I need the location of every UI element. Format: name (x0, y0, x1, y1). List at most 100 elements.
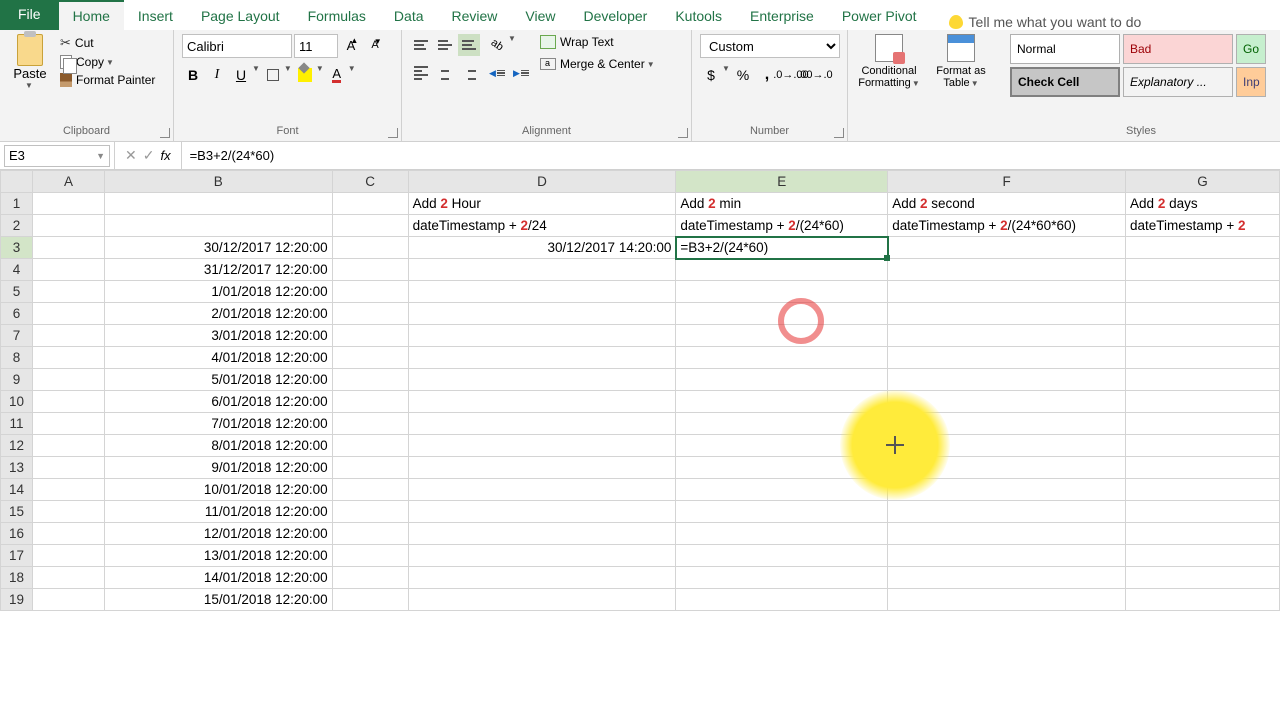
align-right-button[interactable] (458, 62, 480, 84)
cell[interactable] (32, 435, 104, 457)
cell[interactable]: 7/01/2018 12:20:00 (104, 413, 332, 435)
tab-view[interactable]: View (511, 2, 569, 30)
cell[interactable]: 13/01/2018 12:20:00 (104, 545, 332, 567)
cell[interactable] (676, 303, 888, 325)
cell[interactable] (32, 237, 104, 259)
cell[interactable] (332, 237, 408, 259)
cell[interactable]: 5/01/2018 12:20:00 (104, 369, 332, 391)
decrease-font-button[interactable]: A▼ (364, 34, 386, 56)
tab-developer[interactable]: Developer (570, 2, 662, 30)
col-header[interactable]: A (32, 171, 104, 193)
cell[interactable] (332, 567, 408, 589)
style-bad[interactable]: Bad (1123, 34, 1233, 64)
cell[interactable] (408, 369, 676, 391)
cell[interactable] (332, 325, 408, 347)
row-header[interactable]: 4 (1, 259, 33, 281)
cell[interactable] (676, 259, 888, 281)
chevron-down-icon[interactable]: ▼ (284, 64, 292, 86)
cell[interactable] (408, 413, 676, 435)
cell[interactable] (408, 545, 676, 567)
align-left-button[interactable] (410, 62, 432, 84)
cell[interactable] (676, 281, 888, 303)
cell[interactable] (104, 193, 332, 215)
tell-me-search[interactable]: Tell me what you want to do (949, 14, 1142, 30)
cell[interactable] (1126, 479, 1280, 501)
tab-review[interactable]: Review (438, 2, 512, 30)
cell[interactable] (676, 479, 888, 501)
col-header[interactable]: F (888, 171, 1126, 193)
cell[interactable]: 9/01/2018 12:20:00 (104, 457, 332, 479)
cell[interactable] (888, 347, 1126, 369)
cell[interactable]: 14/01/2018 12:20:00 (104, 567, 332, 589)
font-size-select[interactable] (294, 34, 338, 58)
cell[interactable]: dateTimestamp + 2 (1126, 215, 1280, 237)
bold-button[interactable]: B (182, 64, 204, 86)
cell[interactable] (32, 413, 104, 435)
row-header[interactable]: 2 (1, 215, 33, 237)
tab-formulas[interactable]: Formulas (294, 2, 380, 30)
style-good[interactable]: Go (1236, 34, 1266, 64)
cell[interactable] (408, 501, 676, 523)
align-center-button[interactable] (434, 62, 456, 84)
cell[interactable] (1126, 567, 1280, 589)
chevron-down-icon[interactable]: ▼ (722, 64, 730, 86)
cell[interactable] (676, 325, 888, 347)
cell[interactable] (888, 589, 1126, 611)
row-header[interactable]: 7 (1, 325, 33, 347)
tab-data[interactable]: Data (380, 2, 438, 30)
cell[interactable] (332, 259, 408, 281)
style-check-cell[interactable]: Check Cell (1010, 67, 1120, 97)
italic-button[interactable]: I (206, 64, 228, 86)
cell[interactable] (888, 281, 1126, 303)
cell[interactable]: dateTimestamp + 2/24 (408, 215, 676, 237)
cell[interactable] (1126, 369, 1280, 391)
row-header[interactable]: 18 (1, 567, 33, 589)
cell[interactable] (676, 457, 888, 479)
active-cell[interactable]: =B3+2/(24*60) (676, 237, 888, 259)
cell[interactable]: 1/01/2018 12:20:00 (104, 281, 332, 303)
cell[interactable] (332, 347, 408, 369)
row-header[interactable]: 3 (1, 237, 33, 259)
cell[interactable] (1126, 523, 1280, 545)
font-name-select[interactable] (182, 34, 292, 58)
paste-button[interactable]: Paste ▼ (8, 34, 52, 123)
copy-button[interactable]: Copy▼ (58, 54, 157, 70)
cell[interactable]: 8/01/2018 12:20:00 (104, 435, 332, 457)
cell[interactable]: Add 2 min (676, 193, 888, 215)
cell[interactable] (1126, 589, 1280, 611)
cell[interactable] (408, 457, 676, 479)
fill-color-button[interactable] (294, 64, 316, 86)
cell[interactable] (1126, 413, 1280, 435)
cell[interactable] (1126, 501, 1280, 523)
cell[interactable]: Add 2 second (888, 193, 1126, 215)
align-bottom-button[interactable] (458, 34, 480, 56)
cell[interactable] (1126, 325, 1280, 347)
cell[interactable] (408, 391, 676, 413)
style-explanatory[interactable]: Explanatory ... (1123, 67, 1233, 97)
cell[interactable] (1126, 259, 1280, 281)
spreadsheet-grid[interactable]: A B C D E F G 1 Add 2 Hour Add 2 min Add… (0, 170, 1280, 720)
cell[interactable] (332, 413, 408, 435)
cell[interactable] (408, 435, 676, 457)
chevron-down-icon[interactable]: ▼ (252, 64, 260, 86)
font-color-button[interactable]: A (326, 64, 348, 86)
cell[interactable] (332, 523, 408, 545)
cell[interactable] (676, 347, 888, 369)
cell[interactable] (408, 567, 676, 589)
number-format-select[interactable]: Custom (700, 34, 840, 58)
cell[interactable] (676, 391, 888, 413)
decrease-decimal-button[interactable]: .00→.0 (804, 64, 826, 86)
row-header[interactable]: 9 (1, 369, 33, 391)
cell[interactable] (888, 435, 1126, 457)
name-box[interactable]: E3 ▼ (4, 145, 110, 167)
cell[interactable] (408, 589, 676, 611)
cell[interactable] (32, 501, 104, 523)
row-header[interactable]: 13 (1, 457, 33, 479)
cell[interactable] (32, 193, 104, 215)
cell[interactable] (332, 501, 408, 523)
cell[interactable] (408, 303, 676, 325)
cell[interactable] (332, 457, 408, 479)
row-header[interactable]: 11 (1, 413, 33, 435)
tab-page-layout[interactable]: Page Layout (187, 2, 294, 30)
tab-enterprise[interactable]: Enterprise (736, 2, 828, 30)
